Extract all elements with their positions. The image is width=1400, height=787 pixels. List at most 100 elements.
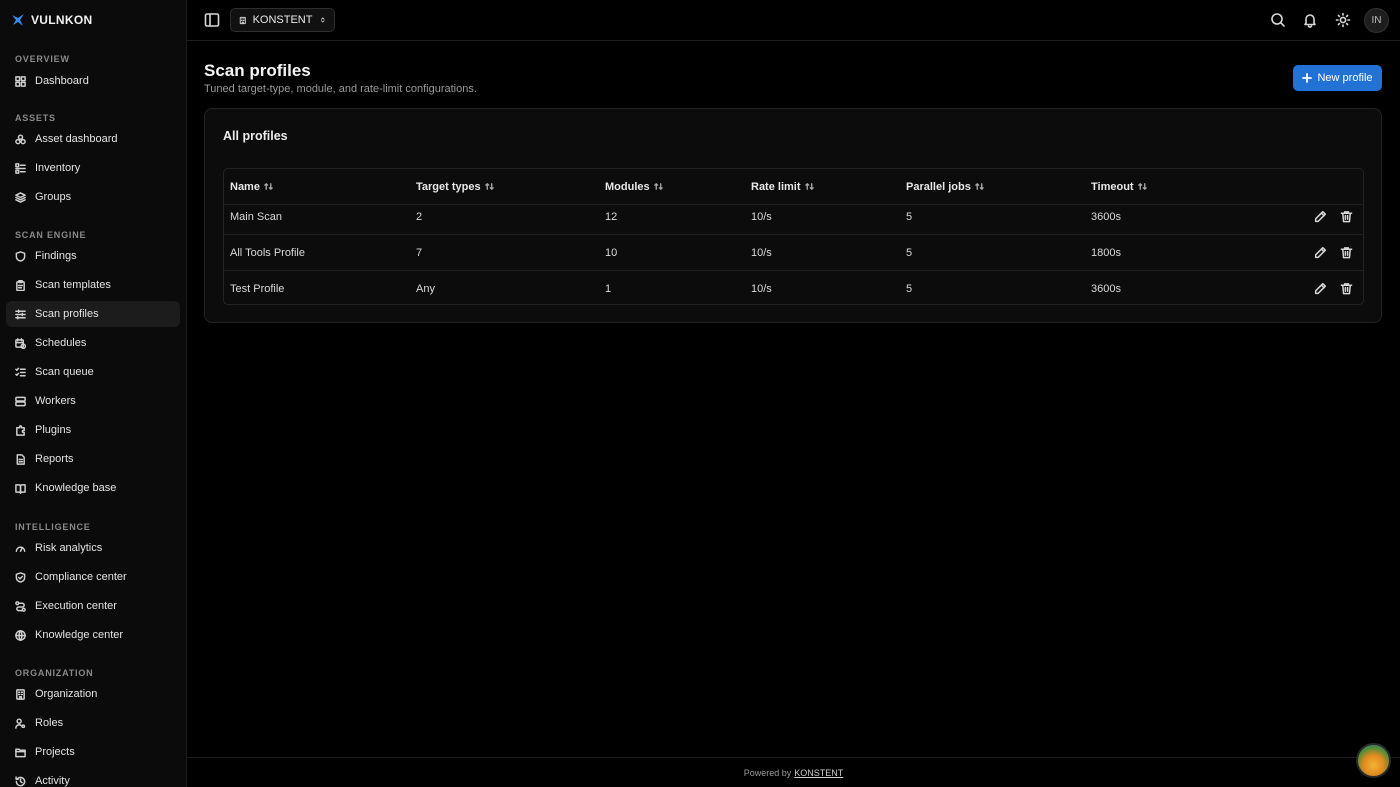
footer-prefix: Powered by (743, 767, 792, 778)
sidebar-item-plugins[interactable]: Plugins (6, 417, 180, 443)
org-switcher[interactable]: KONSTENT (230, 8, 335, 32)
sidebar-item-inventory[interactable]: Inventory (6, 155, 180, 181)
footer-link[interactable]: KONSTENT (794, 768, 843, 778)
sidebar-item-workers[interactable]: Workers (6, 388, 180, 414)
section-label-scan-engine: SCAN ENGINE (15, 230, 87, 240)
section-label-assets: ASSETS (15, 113, 56, 123)
calendar-clock-icon (15, 337, 26, 349)
sidebar-item-label: Inventory (35, 162, 81, 174)
cell-rate-limit: 10/s (751, 246, 772, 259)
sidebar-item-scan-profiles[interactable]: Scan profiles (6, 301, 180, 327)
asset-dashboard-icon (15, 133, 26, 145)
sidebar-item-schedules[interactable]: Schedules (6, 330, 180, 356)
sidebar-item-scan-templates[interactable]: Scan templates (6, 272, 180, 298)
cell-timeout: 3600s (1091, 210, 1121, 223)
column-header-label: Target types (416, 180, 481, 193)
sidebar-item-reports[interactable]: Reports (6, 446, 180, 472)
sidebar-item-label: Plugins (35, 424, 72, 436)
column-header-label: Timeout (1091, 180, 1134, 193)
cell-name: Test Profile (230, 283, 285, 295)
sidebar-item-groups[interactable]: Groups (6, 184, 180, 210)
sidebar-item-asset-dashboard[interactable]: Asset dashboard (6, 126, 180, 152)
sidebar-item-label: Risk analytics (35, 542, 103, 554)
delete-button[interactable] (1340, 210, 1353, 223)
column-header-label: Name (230, 180, 260, 193)
table-row[interactable]: All Tools Profile 7 10 10/s 5 1800s (224, 235, 1363, 271)
sidebar-item-risk-analytics[interactable]: Risk analytics (6, 535, 180, 561)
dashboard-icon (15, 75, 26, 87)
notifications-button[interactable] (1302, 12, 1318, 28)
section-label-organization: ORGANIZATION (15, 668, 94, 678)
section-label-intelligence: INTELLIGENCE (15, 522, 91, 532)
gauge-icon (15, 543, 26, 554)
sidebar-item-label: Projects (35, 746, 75, 758)
history-icon (15, 775, 26, 787)
column-header-label: Parallel jobs (906, 180, 971, 193)
theme-toggle-button[interactable] (1335, 12, 1351, 28)
inventory-icon (15, 162, 26, 174)
sidebar-item-label: Dashboard (35, 75, 89, 87)
shield-check-icon (15, 571, 26, 583)
sidebar-item-label: Organization (35, 688, 98, 700)
toggle-sidebar-button[interactable] (204, 12, 220, 28)
edit-button[interactable] (1314, 246, 1327, 259)
sidebar-item-label: Findings (35, 250, 77, 262)
pencil-icon (1314, 246, 1327, 259)
table-row[interactable]: Test Profile Any 1 10/s 5 3600s (224, 271, 1363, 307)
sidebar-item-projects[interactable]: Projects (6, 739, 180, 765)
sidebar-item-compliance-center[interactable]: Compliance center (6, 564, 180, 590)
edit-button[interactable] (1314, 282, 1327, 295)
pencil-icon (1314, 210, 1327, 223)
sidebar-item-label: Knowledge base (35, 482, 117, 494)
new-profile-button[interactable]: New profile (1293, 65, 1382, 91)
sidebar-item-label: Workers (35, 395, 76, 407)
puzzle-icon (15, 424, 26, 436)
topbar: KONSTENT IN (187, 0, 1400, 41)
cell-rate-limit: 10/s (751, 283, 772, 295)
avatar[interactable]: IN (1364, 8, 1389, 33)
layers-icon (15, 191, 26, 203)
list-checks-icon (15, 367, 26, 378)
delete-button[interactable] (1340, 246, 1353, 259)
vulnkon-logo-icon (12, 14, 24, 26)
file-icon (15, 453, 26, 465)
sidebar-item-organization[interactable]: Organization (6, 681, 180, 707)
search-icon (1271, 13, 1285, 27)
building-icon (15, 688, 26, 700)
sidebar-item-knowledge-center[interactable]: Knowledge center (6, 622, 180, 648)
footer: Powered by KONSTENT (187, 757, 1400, 787)
sidebar-item-label: Scan templates (35, 279, 111, 291)
sort-icon (264, 182, 273, 191)
sun-icon (1335, 12, 1351, 28)
assistant-avatar-button[interactable] (1356, 743, 1391, 778)
cell-target-types: Any (416, 283, 435, 295)
user-key-icon (15, 717, 26, 729)
brand[interactable]: VULNKON (0, 0, 186, 40)
cell-modules: 12 (605, 210, 618, 223)
building-icon (239, 16, 246, 24)
sidebar-item-roles[interactable]: Roles (6, 710, 180, 736)
sidebar-item-knowledge-base[interactable]: Knowledge base (6, 475, 180, 501)
search-button[interactable] (1270, 12, 1286, 28)
sidebar-item-findings[interactable]: Findings (6, 243, 180, 269)
sidebar-item-activity[interactable]: Activity (6, 768, 180, 787)
delete-button[interactable] (1340, 282, 1353, 295)
page-title: Scan profiles (204, 61, 311, 80)
cell-modules: 10 (605, 246, 618, 259)
sidebar-item-label: Schedules (35, 337, 87, 349)
sidebar-item-label: Scan profiles (35, 308, 99, 320)
sidebar-item-label: Reports (35, 453, 74, 465)
sidebar: VULNKON OVERVIEW Dashboard ASSETS Asset … (0, 0, 187, 787)
sidebar-item-scan-queue[interactable]: Scan queue (6, 359, 180, 385)
cell-target-types: 7 (416, 246, 423, 259)
sidebar-item-label: Knowledge center (35, 629, 124, 641)
table-row[interactable]: Main Scan 2 12 10/s 5 3600s (224, 199, 1363, 235)
edit-button[interactable] (1314, 210, 1327, 223)
sidebar-item-dashboard[interactable]: Dashboard (6, 68, 180, 94)
profiles-card: All profiles Name Target types Modules R… (204, 108, 1382, 323)
trash-icon (1340, 247, 1353, 259)
cell-rate-limit: 10/s (751, 210, 772, 223)
sidebar-item-execution-center[interactable]: Execution center (6, 593, 180, 619)
globe-icon (15, 629, 26, 641)
cell-parallel-jobs: 5 (906, 283, 913, 295)
